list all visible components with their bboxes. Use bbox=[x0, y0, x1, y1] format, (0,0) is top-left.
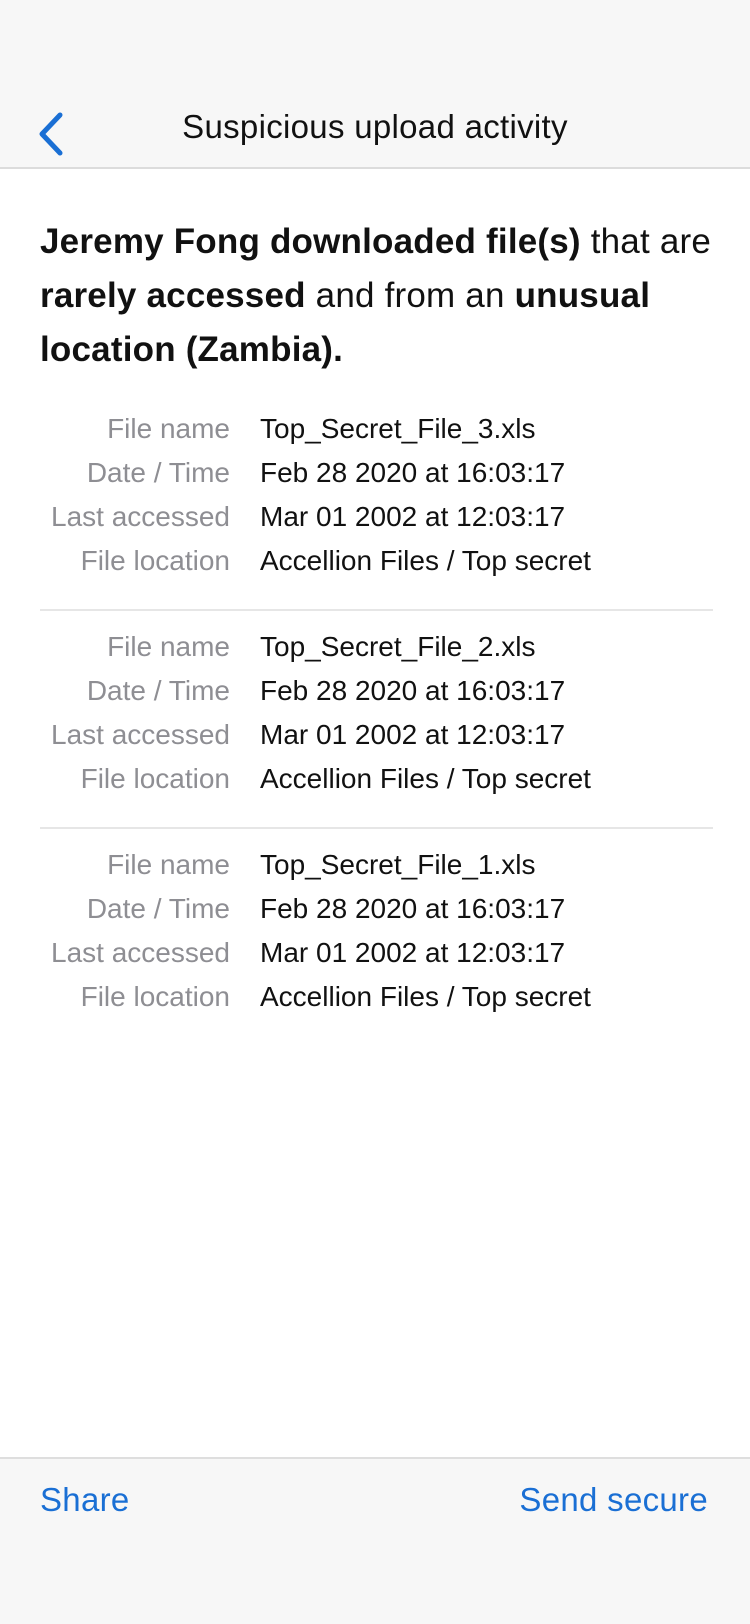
alert-summary: Jeremy Fong downloaded file(s) that are … bbox=[40, 215, 713, 377]
last-accessed-row: Last accessed Mar 01 2002 at 12:03:17 bbox=[40, 719, 713, 763]
date-time-value: Feb 28 2020 at 16:03:17 bbox=[260, 457, 566, 488]
last-accessed-row: Last accessed Mar 01 2002 at 12:03:17 bbox=[40, 937, 713, 981]
file-location-value: Accellion Files / Top secret bbox=[260, 763, 591, 794]
file-name-row: File name Top_Secret_File_2.xls bbox=[40, 631, 713, 675]
date-time-row: Date / Time Feb 28 2020 at 16:03:17 bbox=[40, 457, 713, 501]
file-name-row: File name Top_Secret_File_3.xls bbox=[40, 413, 713, 457]
file-name-value: Top_Secret_File_2.xls bbox=[260, 631, 536, 662]
date-time-label: Date / Time bbox=[86, 893, 230, 924]
last-accessed-label: Last accessed bbox=[51, 937, 230, 968]
navigation-bar: Suspicious upload activity bbox=[0, 0, 750, 169]
file-list: File name Top_Secret_File_3.xls Date / T… bbox=[40, 413, 713, 1025]
summary-access-pattern: rarely accessed bbox=[40, 276, 306, 315]
file-name-value: Top_Secret_File_3.xls bbox=[260, 413, 536, 444]
date-time-label: Date / Time bbox=[86, 457, 230, 488]
file-entry: File name Top_Secret_File_1.xls Date / T… bbox=[40, 849, 713, 1025]
last-accessed-value: Mar 01 2002 at 12:03:17 bbox=[260, 501, 566, 532]
file-name-label: File name bbox=[107, 631, 230, 662]
summary-text: that are bbox=[580, 222, 712, 261]
date-time-value: Feb 28 2020 at 16:03:17 bbox=[260, 893, 566, 924]
date-time-row: Date / Time Feb 28 2020 at 16:03:17 bbox=[40, 893, 713, 937]
last-accessed-value: Mar 01 2002 at 12:03:17 bbox=[260, 937, 566, 968]
date-time-value: Feb 28 2020 at 16:03:17 bbox=[260, 675, 566, 706]
file-location-label: File location bbox=[80, 545, 230, 576]
last-accessed-row: Last accessed Mar 01 2002 at 12:03:17 bbox=[40, 501, 713, 545]
alert-details: Jeremy Fong downloaded file(s) that are … bbox=[40, 169, 713, 1025]
file-entry: File name Top_Secret_File_2.xls Date / T… bbox=[40, 631, 713, 829]
file-location-row: File location Accellion Files / Top secr… bbox=[40, 545, 713, 589]
file-entry: File name Top_Secret_File_3.xls Date / T… bbox=[40, 413, 713, 611]
send-secure-button[interactable]: Send secure bbox=[519, 1481, 708, 1519]
last-accessed-value: Mar 01 2002 at 12:03:17 bbox=[260, 719, 566, 750]
summary-actor-action: Jeremy Fong downloaded file(s) bbox=[40, 222, 581, 261]
file-location-value: Accellion Files / Top secret bbox=[260, 981, 591, 1012]
file-name-label: File name bbox=[107, 849, 230, 880]
summary-text: and from an bbox=[305, 276, 515, 315]
file-name-value: Top_Secret_File_1.xls bbox=[260, 849, 536, 880]
file-name-label: File name bbox=[107, 413, 230, 444]
file-name-row: File name Top_Secret_File_1.xls bbox=[40, 849, 713, 893]
file-location-label: File location bbox=[80, 763, 230, 794]
last-accessed-label: Last accessed bbox=[51, 501, 230, 532]
file-location-row: File location Accellion Files / Top secr… bbox=[40, 763, 713, 807]
share-button[interactable]: Share bbox=[40, 1481, 130, 1519]
date-time-row: Date / Time Feb 28 2020 at 16:03:17 bbox=[40, 675, 713, 719]
file-location-row: File location Accellion Files / Top secr… bbox=[40, 981, 713, 1025]
date-time-label: Date / Time bbox=[86, 675, 230, 706]
bottom-toolbar: Share Send secure bbox=[0, 1457, 750, 1624]
file-location-label: File location bbox=[80, 981, 230, 1012]
last-accessed-label: Last accessed bbox=[51, 719, 230, 750]
page-title: Suspicious upload activity bbox=[182, 108, 568, 145]
file-location-value: Accellion Files / Top secret bbox=[260, 545, 591, 576]
